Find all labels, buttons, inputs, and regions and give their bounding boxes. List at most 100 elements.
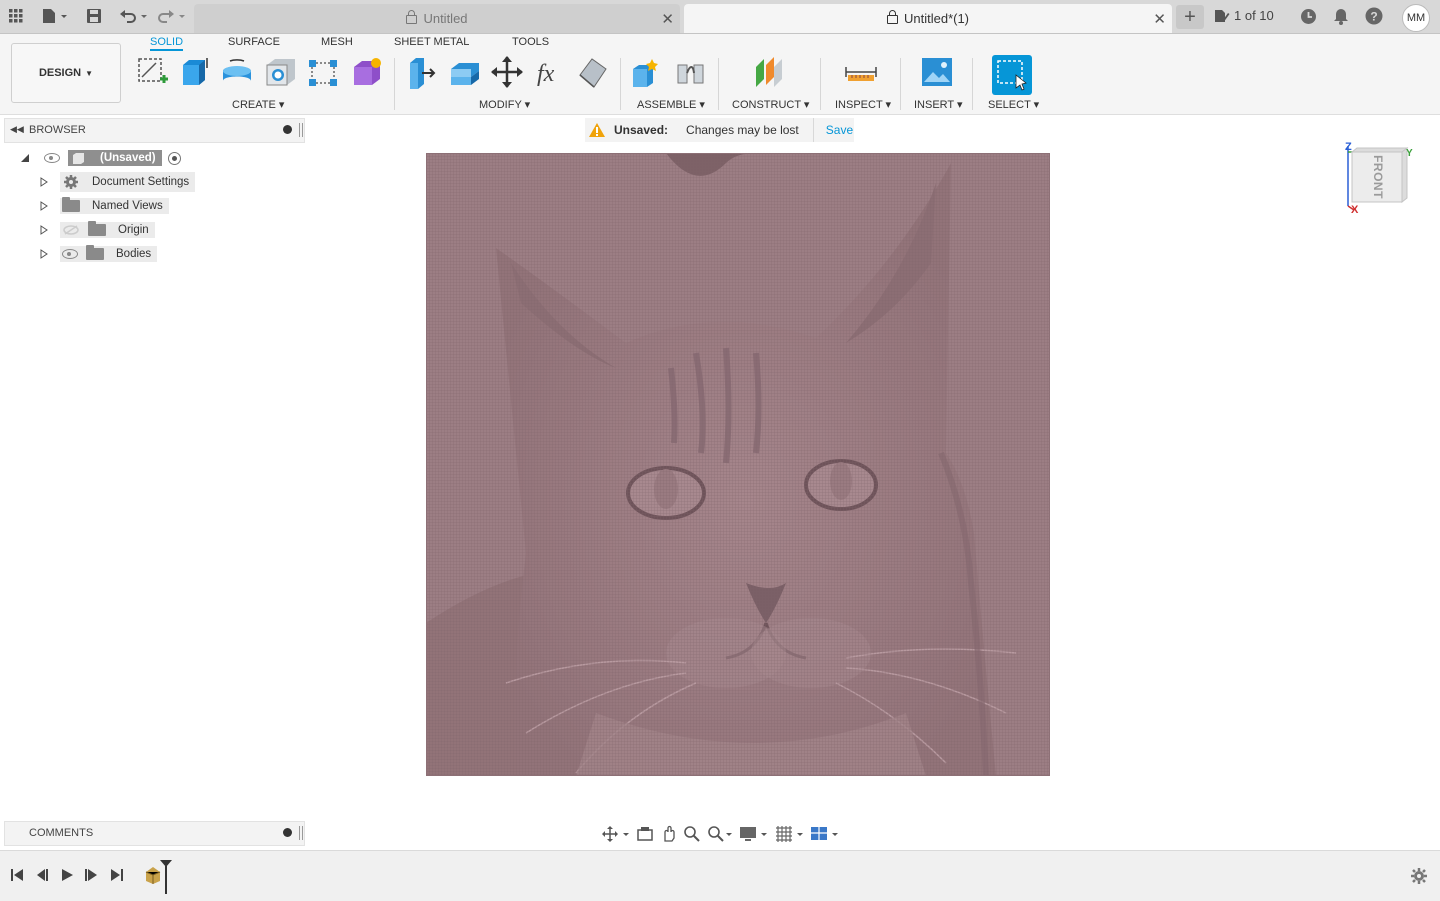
group-separator (394, 58, 395, 110)
browser-item-bodies[interactable]: Bodies (40, 244, 158, 264)
create-menu[interactable]: CREATE ▾ (232, 98, 284, 111)
hidden-eye-icon[interactable] (62, 225, 80, 235)
warning-icon (589, 123, 605, 137)
collapsed-triangle-icon[interactable] (40, 249, 48, 259)
file-menu-icon[interactable] (40, 6, 70, 26)
fillet-icon[interactable] (448, 55, 482, 89)
tab-untitled-1[interactable]: Untitled*(1) ✕ (684, 4, 1172, 33)
avatar[interactable]: MM (1402, 4, 1430, 32)
step-back-icon[interactable] (33, 866, 51, 884)
revolve-icon[interactable] (220, 55, 254, 89)
browser-root-node[interactable]: (Unsaved) (20, 148, 181, 168)
grid-settings-icon[interactable] (775, 825, 805, 843)
collapsed-triangle-icon[interactable] (40, 225, 48, 235)
construct-menu[interactable]: CONSTRUCT ▾ (732, 98, 809, 111)
cat-mesh-image (426, 153, 1050, 776)
assemble-menu[interactable]: ASSEMBLE ▾ (637, 98, 705, 111)
extrude-icon[interactable] (178, 55, 212, 89)
mesh-body-viewport[interactable] (426, 153, 1050, 776)
offset-plane-icon[interactable] (752, 55, 786, 89)
change-parameters-icon[interactable]: fx (534, 55, 568, 89)
joint-icon[interactable] (674, 55, 708, 89)
apps-grid-icon[interactable] (8, 6, 24, 26)
look-at-icon[interactable] (636, 825, 654, 843)
select-menu[interactable]: SELECT ▾ (988, 98, 1039, 111)
viewports-icon[interactable] (810, 825, 840, 843)
insert-menu[interactable]: INSERT ▾ (914, 98, 963, 111)
undo-icon[interactable] (118, 6, 150, 26)
measure-icon[interactable] (844, 55, 878, 89)
inspect-menu[interactable]: INSPECT ▾ (835, 98, 891, 111)
folder-icon (62, 197, 80, 212)
new-component-icon[interactable] (630, 55, 664, 89)
split-face-icon[interactable] (576, 55, 610, 89)
clock-icon[interactable] (1298, 6, 1318, 26)
pattern-icon[interactable] (306, 55, 340, 89)
insert-canvas-icon[interactable] (920, 55, 954, 89)
tab-solid[interactable]: SOLID (150, 36, 184, 51)
close-tab-icon[interactable]: ✕ (1153, 10, 1166, 28)
tab-surface[interactable]: SURFACE (228, 36, 280, 48)
root-component-label[interactable]: (Unsaved) (68, 150, 162, 166)
view-cube[interactable]: Z Y X FRONT (1344, 141, 1418, 218)
view-cube-face-front[interactable]: FRONT (1371, 155, 1385, 199)
hole-icon[interactable] (264, 55, 298, 89)
component-icon (73, 153, 84, 164)
workspace-switcher[interactable]: DESIGN ▼ (11, 43, 121, 103)
create-sketch-icon[interactable] (136, 55, 170, 89)
notifications-bell-icon[interactable] (1331, 6, 1351, 26)
panel-resize-handle[interactable] (299, 123, 303, 137)
activate-radio-icon[interactable] (167, 151, 181, 165)
panel-options-icon[interactable] (283, 125, 292, 134)
modify-menu[interactable]: MODIFY ▾ (479, 98, 530, 111)
browser-item-document-settings[interactable]: Document Settings (40, 172, 196, 192)
tab-mesh[interactable]: MESH (321, 36, 353, 48)
unsaved-title: Unsaved: (614, 123, 669, 137)
display-settings-icon[interactable] (739, 825, 769, 843)
browser-item-origin[interactable]: Origin (40, 220, 155, 240)
visibility-eye-icon[interactable] (44, 153, 60, 163)
group-separator (718, 58, 719, 110)
timeline-settings-gear-icon[interactable] (1410, 867, 1428, 885)
create-form-icon[interactable] (350, 55, 384, 89)
play-icon[interactable] (58, 866, 76, 884)
close-tab-icon[interactable]: ✕ (661, 10, 674, 28)
collapse-panel-icon[interactable]: ◀◀ (10, 124, 24, 135)
expanded-triangle-icon[interactable] (20, 153, 30, 163)
help-icon[interactable]: ? (1364, 6, 1384, 26)
orbit-icon[interactable] (600, 825, 630, 843)
add-comment-icon[interactable] (283, 828, 292, 837)
new-tab-button[interactable]: + (1176, 5, 1204, 29)
press-pull-icon[interactable] (404, 55, 438, 89)
timeline-marker[interactable] (160, 860, 172, 894)
job-status-label: 1 of 10 (1234, 8, 1274, 23)
go-to-start-icon[interactable] (8, 866, 26, 884)
select-icon[interactable] (992, 55, 1032, 95)
folder-icon (88, 221, 106, 236)
panel-resize-handle[interactable] (299, 826, 303, 840)
save-icon[interactable] (85, 6, 103, 26)
job-status[interactable]: 1 of 10 (1214, 8, 1274, 23)
redo-icon[interactable] (156, 6, 188, 26)
save-button[interactable]: Save (826, 123, 853, 137)
zoom-icon[interactable] (683, 825, 701, 843)
pan-hand-icon[interactable] (660, 825, 678, 843)
collapsed-triangle-icon[interactable] (40, 201, 48, 211)
document-tab-bar: Untitled ✕ Untitled*(1) ✕ + 1 of 10 ? MM (0, 0, 1440, 34)
visibility-eye-icon[interactable] (62, 249, 78, 259)
collapsed-triangle-icon[interactable] (40, 177, 48, 187)
tab-label: Untitled (423, 11, 468, 26)
fit-zoom-icon[interactable] (707, 825, 733, 843)
step-forward-icon[interactable] (82, 866, 100, 884)
browser-item-named-views[interactable]: Named Views (40, 196, 169, 216)
go-to-end-icon[interactable] (108, 866, 126, 884)
tab-sheet-metal[interactable]: SHEET METAL (394, 36, 469, 48)
move-copy-icon[interactable] (490, 55, 524, 89)
tab-untitled[interactable]: Untitled ✕ (194, 4, 680, 33)
lock-icon (406, 10, 418, 24)
tab-tools[interactable]: TOOLS (512, 36, 549, 48)
browser-panel-header: ◀◀ BROWSER (4, 118, 305, 143)
navigation-bar (600, 823, 840, 845)
group-separator (820, 58, 821, 110)
comments-title: COMMENTS (29, 827, 94, 839)
